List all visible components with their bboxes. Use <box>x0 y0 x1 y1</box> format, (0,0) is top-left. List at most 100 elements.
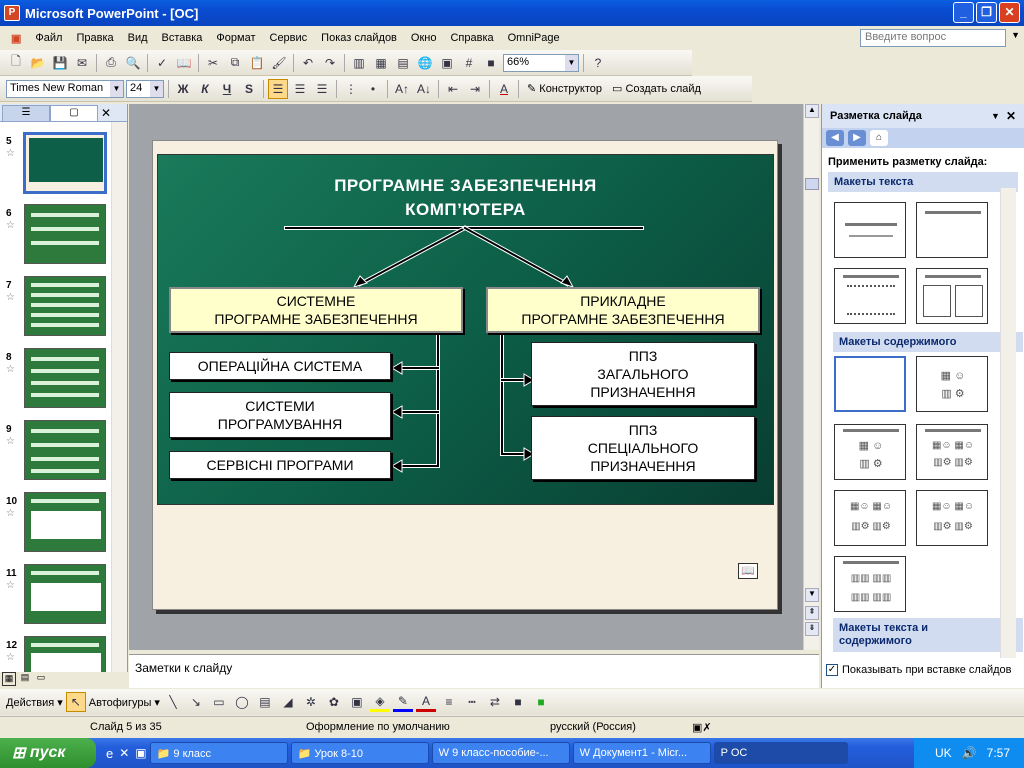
prev-slide-icon[interactable]: ⇞ <box>805 606 819 620</box>
general-purpose-box[interactable]: ППЗ ЗАГАЛЬНОГО ПРИЗНАЧЕННЯ <box>531 342 755 406</box>
hyperlink-icon[interactable]: 🌐 <box>415 53 435 73</box>
copy-icon[interactable]: ⧉ <box>225 53 245 73</box>
menu-omnipage[interactable]: OmniPage <box>501 30 567 46</box>
designer-button[interactable]: ✎ Конструктор <box>523 79 606 99</box>
chart-icon[interactable]: ▥ <box>349 53 369 73</box>
select-pointer-icon[interactable]: ↖ <box>65 692 86 712</box>
menu-help[interactable]: Справка <box>443 30 500 46</box>
notes-input[interactable]: Заметки к слайду <box>129 654 819 688</box>
color-icon[interactable]: ■ <box>481 53 501 73</box>
textbox-icon[interactable]: ▤ <box>255 692 275 712</box>
grid-icon[interactable]: # <box>459 53 479 73</box>
align-left-icon[interactable]: ☰ <box>268 78 288 99</box>
undo-icon[interactable]: ↶ <box>298 53 318 73</box>
line-icon[interactable]: ╲ <box>163 692 183 712</box>
book-icon[interactable]: 📖 <box>738 563 758 579</box>
os-box[interactable]: ОПЕРАЦІЙНА СИСТЕМА <box>169 352 391 380</box>
bullets-icon[interactable]: • <box>363 79 383 99</box>
applied-software-box[interactable]: ПРИКЛАДНЕ ПРОГРАМНЕ ЗАБЕЗПЕЧЕННЯ <box>486 287 760 333</box>
system-software-box[interactable]: СИСТЕМНЕ ПРОГРАМНЕ ЗАБЕЗПЕЧЕННЯ <box>169 287 463 333</box>
cut-icon[interactable]: ✂ <box>203 53 223 73</box>
numbering-icon[interactable]: ⋮ <box>341 79 361 99</box>
content-layouts-section[interactable]: Макеты содержимого <box>833 332 1023 352</box>
thumbnail-item[interactable]: 6 ☆ <box>4 204 108 266</box>
layout-four-content[interactable]: ▥▥ ▥▥ ▥▥ ▥▥ <box>834 556 906 612</box>
clipart-icon[interactable]: ✿ <box>324 692 344 712</box>
volume-icon[interactable]: 🔊 <box>962 746 977 760</box>
preview-icon[interactable]: 🔍 <box>123 53 143 73</box>
layout-content-grid[interactable]: ▦☺ ▦☺ ▥⚙ ▥⚙ <box>834 490 906 546</box>
text-content-layouts-section[interactable]: Макеты текста и содержимого <box>833 618 1023 652</box>
layout-content-grid-2[interactable]: ▦☺ ▦☺ ▥⚙ ▥⚙ <box>916 490 988 546</box>
thumbnail-item[interactable]: 7 ☆ <box>4 276 108 338</box>
menu-tools[interactable]: Сервис <box>263 30 315 46</box>
bold-button[interactable]: Ж <box>173 79 193 99</box>
text-layouts-section[interactable]: Макеты текста <box>828 172 1018 192</box>
thumbnail-item[interactable]: 5 ☆ <box>4 132 108 194</box>
layout-two-column[interactable] <box>916 268 988 324</box>
task-pane-close-icon[interactable]: ✕ <box>1006 109 1016 123</box>
checkbox-check-icon[interactable]: ✓ <box>826 664 838 676</box>
task-os[interactable]: P ОС <box>713 742 848 764</box>
font-size-select[interactable]: 24 ▼ <box>126 79 164 98</box>
tables-borders-icon[interactable]: ▤ <box>393 53 413 73</box>
task-lesson[interactable]: 📁 Урок 8-10 <box>290 742 429 764</box>
slides-tab[interactable]: ▢ <box>50 105 98 121</box>
thumbnail-item[interactable]: 10 ☆ <box>4 492 108 554</box>
help-search-input[interactable]: Введите вопрос <box>860 29 1006 47</box>
font-color-icon[interactable]: A <box>494 79 514 99</box>
dash-style-icon[interactable]: ┅ <box>462 692 482 712</box>
picture-icon[interactable]: ▣ <box>347 692 367 712</box>
menu-file[interactable]: Файл <box>28 30 69 46</box>
layout-title-slide[interactable] <box>834 202 906 258</box>
increase-indent-icon[interactable]: ⇥ <box>465 79 485 99</box>
thumbnails-scrollbar[interactable] <box>111 122 127 672</box>
menu-edit[interactable]: Правка <box>69 30 120 46</box>
align-right-icon[interactable]: ☰ <box>312 79 332 99</box>
close-button[interactable]: ✕ <box>999 2 1020 23</box>
slide-scrollbar[interactable]: ▲ ▼ ⇞ ⇟ <box>803 104 819 650</box>
font-select[interactable]: Times New Roman ▼ <box>6 79 124 98</box>
back-icon[interactable]: ◀ <box>826 130 844 146</box>
task-document[interactable]: W Документ1 - Micr... <box>572 742 711 764</box>
autoshapes-menu[interactable]: Автофигуры ▾ <box>89 696 160 709</box>
thumbnail-item[interactable]: 11 ☆ <box>4 564 108 626</box>
minimize-button[interactable]: _ <box>953 2 974 23</box>
research-icon[interactable]: 📖 <box>174 53 194 73</box>
next-slide-icon[interactable]: ⇟ <box>805 622 819 636</box>
rectangle-icon[interactable]: ▭ <box>209 692 229 712</box>
ie-icon[interactable]: e <box>106 746 113 761</box>
language-indicator[interactable]: UK <box>935 746 952 760</box>
new-icon[interactable]: 🗋 <box>6 53 26 73</box>
table-icon[interactable]: ▦ <box>371 53 391 73</box>
forward-icon[interactable]: ▶ <box>848 130 866 146</box>
align-center-icon[interactable]: ☰ <box>290 79 310 99</box>
font-color-draw-icon[interactable]: A <box>415 692 436 712</box>
new-slide-button[interactable]: ▭ Создать слайд <box>608 79 705 99</box>
task-manual[interactable]: W 9 класс-пособие-... <box>431 742 570 764</box>
normal-view-icon[interactable]: ▦ <box>2 672 16 686</box>
layout-title-content[interactable]: ▦ ☺ ▥ ⚙ <box>834 424 906 480</box>
redo-icon[interactable]: ↷ <box>320 53 340 73</box>
layout-content[interactable]: ▦ ☺ ▥ ⚙ <box>916 356 988 412</box>
task-9-class[interactable]: 📁 9 класс <box>149 742 288 764</box>
help-icon[interactable]: ? <box>588 53 608 73</box>
expand-icon[interactable]: ▣ <box>437 53 457 73</box>
wordart-icon[interactable]: ◢ <box>278 692 298 712</box>
underline-button[interactable]: Ч <box>217 79 237 99</box>
start-button[interactable]: ⊞ пуск <box>0 738 96 768</box>
scroll-up-icon[interactable]: ▲ <box>805 104 819 118</box>
service-programs-box[interactable]: СЕРВІСНІ ПРОГРАМИ <box>169 451 391 479</box>
restore-button[interactable]: ❐ <box>976 2 997 23</box>
task-pane-scrollbar[interactable] <box>1000 188 1016 658</box>
zoom-select[interactable]: 66% ▼ <box>503 53 579 72</box>
menu-insert[interactable]: Вставка <box>155 30 210 46</box>
menu-slideshow[interactable]: Показ слайдов <box>314 30 404 46</box>
line-color-icon[interactable]: ✎ <box>392 692 413 712</box>
layout-blank[interactable] <box>834 356 906 412</box>
programming-systems-box[interactable]: СИСТЕМИ ПРОГРАМУВАННЯ <box>169 392 391 438</box>
decrease-indent-icon[interactable]: ⇤ <box>443 79 463 99</box>
layout-title-only[interactable] <box>916 202 988 258</box>
special-purpose-box[interactable]: ППЗ СПЕЦІАЛЬНОГО ПРИЗНАЧЕННЯ <box>531 416 755 480</box>
italic-button[interactable]: К <box>195 79 215 99</box>
